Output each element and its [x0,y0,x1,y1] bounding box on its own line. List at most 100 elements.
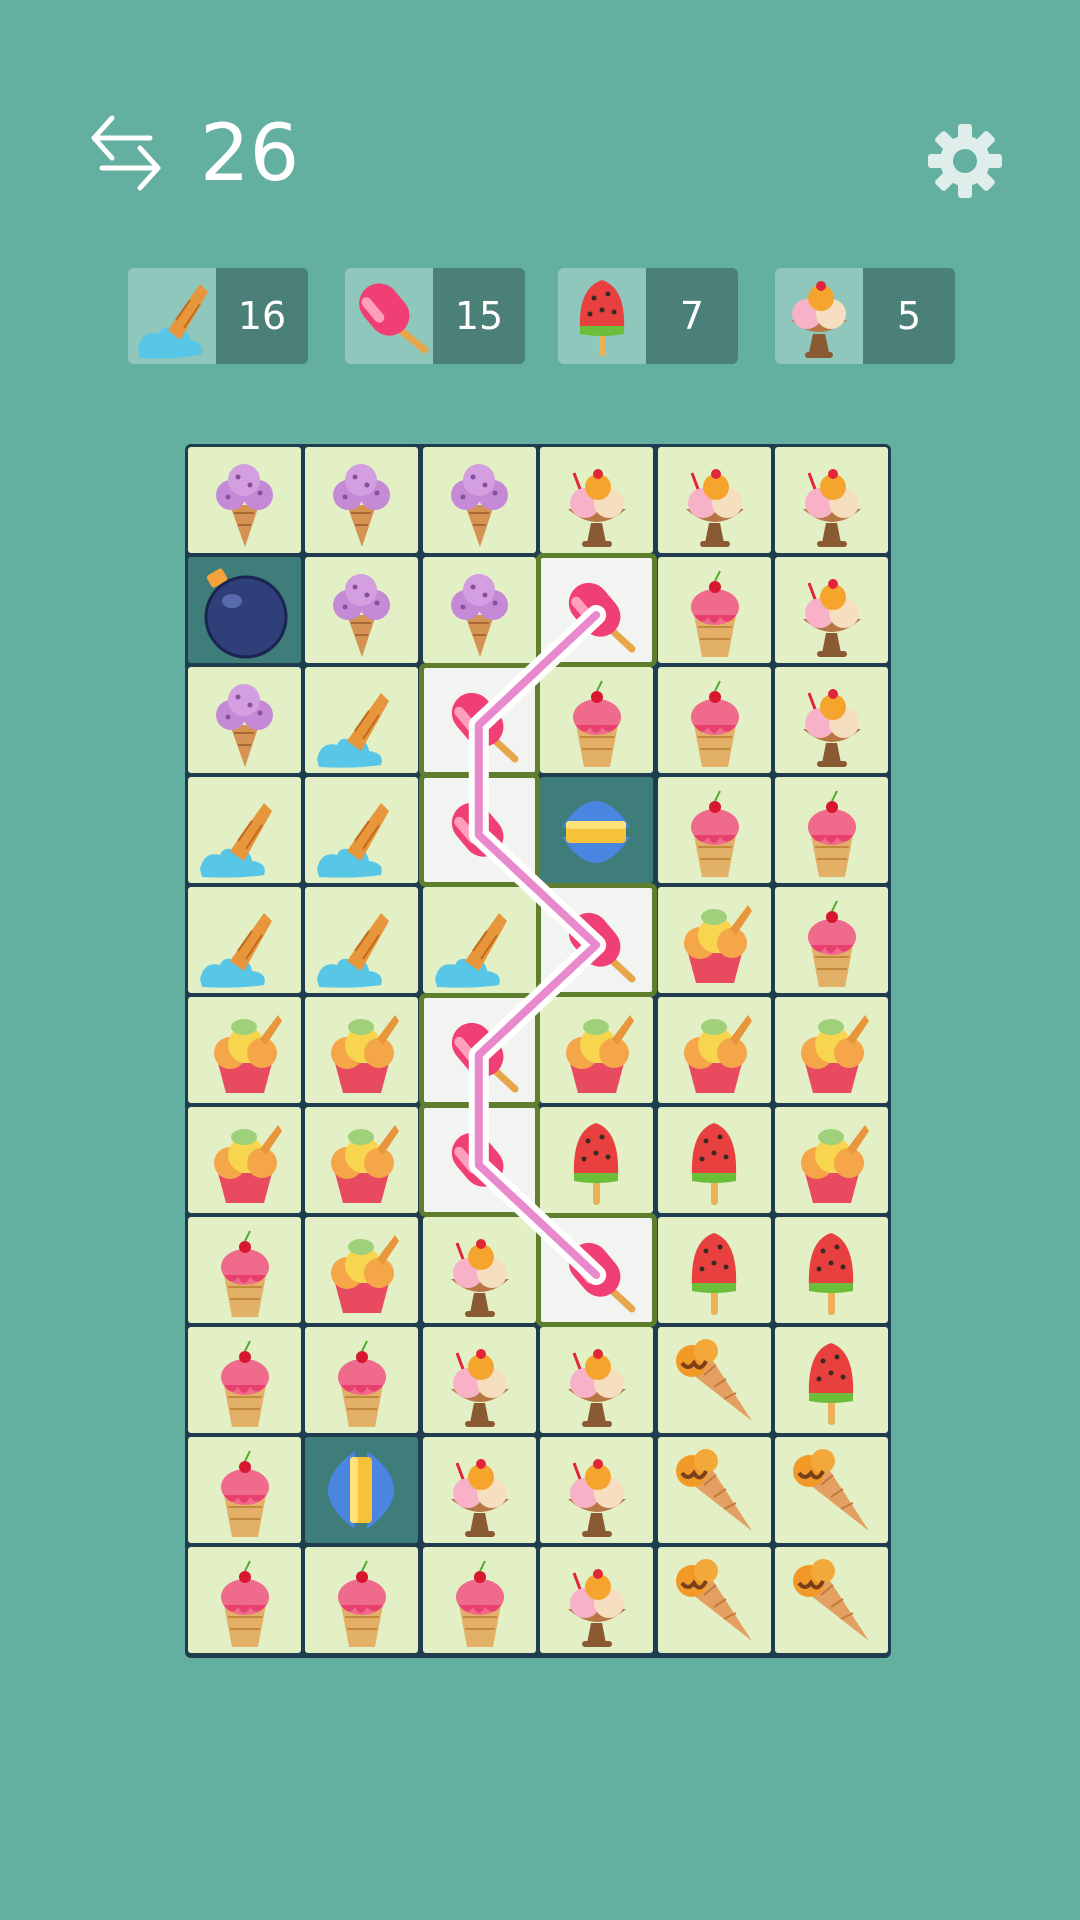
ice-cream-cup-icon [801,1015,869,1093]
tile-cherry-cone[interactable] [188,1437,301,1543]
tile-blue-booster-horizontal[interactable] [540,777,654,883]
tile-popsicle[interactable] [418,773,540,887]
tile-ice-cream-cup[interactable] [305,1107,419,1213]
tile-sundae[interactable] [422,1327,536,1433]
tile-sundae[interactable] [540,447,654,553]
tile-purple-cone[interactable] [422,447,536,553]
cherry-cone-icon [221,1230,269,1317]
tile-purple-cone[interactable] [305,447,419,553]
tile-sundae[interactable] [422,1437,536,1543]
goal-count: 15 [433,268,525,364]
tile-caramel-cone[interactable] [775,1547,888,1653]
tile-popsicle[interactable] [536,553,658,667]
goal-count: 7 [646,268,738,364]
tile-caramel-cone[interactable] [657,1547,771,1653]
tile-melted-cone[interactable] [305,667,419,773]
goal-count: 16 [216,268,308,364]
tile-cherry-cone[interactable] [657,777,771,883]
sundae-icon [803,579,861,657]
watermelon-popsicle-icon [558,268,646,364]
tile-popsicle[interactable] [418,1103,540,1217]
sundae-icon [568,1569,627,1647]
tile-caramel-cone[interactable] [657,1327,771,1433]
caramel-cone-icon [675,1559,752,1641]
tile-purple-cone[interactable] [305,557,419,663]
tile-watermelon-pop[interactable] [775,1217,888,1323]
tile-melted-cone[interactable] [422,887,536,993]
purple-cone-icon [216,464,273,547]
melted-cone-icon [128,268,216,364]
tile-grid [185,444,891,1658]
tile-watermelon-pop[interactable] [540,1107,654,1213]
ice-cream-cup-icon [214,1015,282,1093]
popsicle-icon [569,912,636,983]
tile-ice-cream-cup[interactable] [775,997,888,1103]
tile-cherry-cone[interactable] [305,1327,419,1433]
tile-watermelon-pop[interactable] [775,1327,888,1433]
tile-ice-cream-cup[interactable] [305,1217,419,1323]
tile-melted-cone[interactable] [305,887,419,993]
gear-icon[interactable] [924,120,1006,202]
tile-ice-cream-cup[interactable] [540,997,654,1103]
tile-sundae[interactable] [540,1547,654,1653]
tile-purple-cone[interactable] [422,557,536,663]
tile-cherry-cone[interactable] [305,1547,419,1653]
tile-cherry-cone[interactable] [188,1217,301,1323]
swap-arrows-icon[interactable] [88,112,164,194]
tile-cherry-cone[interactable] [540,667,654,773]
tile-sundae[interactable] [775,667,888,773]
tile-ice-cream-cup[interactable] [775,1107,888,1213]
popsicle-icon [451,1132,519,1203]
purple-cone-icon [333,574,391,657]
tile-popsicle[interactable] [536,1213,658,1327]
sundae-icon [685,469,744,547]
caramel-cone-icon [675,1449,752,1531]
popsicle-icon [451,692,519,763]
tile-sundae[interactable] [540,1327,654,1433]
tile-purple-cone[interactable] [188,667,301,773]
goal-melted-cone: 16 [128,268,308,364]
tile-melted-cone[interactable] [305,777,419,883]
tile-purple-cone[interactable] [188,447,301,553]
tile-ice-cream-cup[interactable] [657,887,771,993]
tile-popsicle[interactable] [418,993,540,1107]
tile-caramel-cone[interactable] [657,1437,771,1543]
tile-sundae[interactable] [422,1217,536,1323]
tile-ice-cream-cup[interactable] [188,1107,301,1213]
tile-cherry-cone[interactable] [657,667,771,773]
cherry-cone-icon [221,1560,269,1647]
tile-cherry-cone[interactable] [775,887,888,993]
tile-watermelon-pop[interactable] [657,1217,771,1323]
ice-cream-cup-icon [683,905,752,983]
ice-cream-cup-icon [331,1125,400,1203]
tile-bomb[interactable] [188,557,301,663]
tile-melted-cone[interactable] [188,777,301,883]
tile-popsicle[interactable] [418,663,540,777]
popsicle-icon [569,1242,636,1313]
cherry-cone-icon [690,790,739,877]
tile-popsicle[interactable] [536,883,658,997]
bomb-icon [204,568,288,659]
purple-cone-icon [450,574,508,657]
tile-cherry-cone[interactable] [188,1327,301,1433]
watermelon-pop-icon [574,1123,619,1205]
tile-sundae[interactable] [775,447,888,553]
tile-ice-cream-cup[interactable] [188,997,301,1103]
tile-sundae[interactable] [657,447,771,553]
tile-ice-cream-cup[interactable] [657,997,771,1103]
tile-watermelon-pop[interactable] [657,1107,771,1213]
tile-cherry-cone[interactable] [775,777,888,883]
melted-cone-icon [317,913,390,988]
tile-blue-booster-vertical[interactable] [305,1437,419,1543]
tile-sundae[interactable] [775,557,888,663]
tile-cherry-cone[interactable] [188,1547,301,1653]
caramel-cone-icon [793,1449,869,1531]
tile-sundae[interactable] [540,1437,654,1543]
tile-cherry-cone[interactable] [422,1547,536,1653]
ice-cream-cup-icon [801,1125,869,1203]
tile-caramel-cone[interactable] [775,1437,888,1543]
tile-ice-cream-cup[interactable] [305,997,419,1103]
tile-melted-cone[interactable] [188,887,301,993]
ice-cream-cup-icon [331,1015,400,1093]
tile-cherry-cone[interactable] [657,557,771,663]
